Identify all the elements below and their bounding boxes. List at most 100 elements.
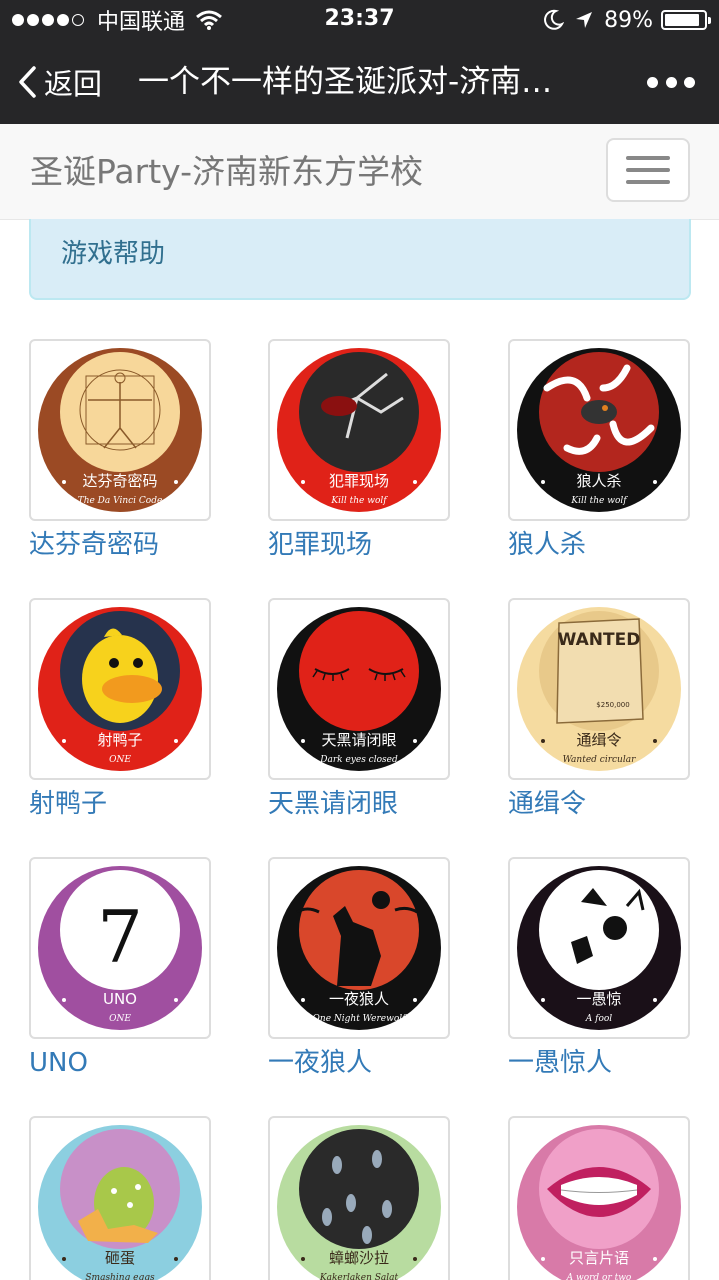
badge-dot: [541, 1257, 545, 1261]
duck-eye: [133, 658, 143, 668]
badge-subtitle: Kill the wolf: [330, 496, 388, 506]
game-card: 天黑请闭眼 Dark eyes closed 天黑请闭眼: [268, 598, 450, 822]
game-thumbnail[interactable]: 只言片语 A word or two: [508, 1116, 690, 1280]
more-dot-icon: [665, 76, 677, 88]
game-badge: 只言片语 A word or two: [517, 1125, 681, 1280]
game-link[interactable]: 一夜狼人: [268, 1045, 450, 1081]
game-link[interactable]: 射鸭子: [29, 786, 211, 822]
game-link[interactable]: UNO: [29, 1045, 211, 1081]
wolf-face-icon: [581, 400, 617, 424]
badge-subtitle: ONE: [109, 755, 131, 765]
wechat-nav-bar: 返回 一个不一样的圣诞派对-济南…: [0, 40, 719, 124]
game-card: 达芬奇密码 The Da Vinci Code 达芬奇密码: [29, 339, 211, 563]
game-card: 狼人杀 Kill the wolf 狼人杀: [508, 339, 690, 563]
badge-subtitle: ONE: [109, 1014, 131, 1024]
page-title: 一个不一样的圣诞派对-济南…: [138, 64, 553, 100]
help-alert: 游戏帮助: [29, 219, 691, 300]
more-options-button[interactable]: [647, 60, 695, 104]
moon-icon: [544, 9, 565, 30]
more-dot-icon: [684, 76, 695, 88]
badge-dot: [653, 480, 657, 484]
badge-dot: [413, 480, 417, 484]
battery-icon: [661, 10, 711, 30]
badge-dot: [541, 480, 545, 484]
game-card: 蟑螂沙拉 Kakerlaken Salat蟑螂沙拉: [268, 1116, 450, 1280]
badge-dot: [301, 1257, 305, 1261]
badge-dot: [541, 739, 545, 743]
badge-title: 达芬奇密码: [82, 472, 157, 490]
badge-subtitle: A fool: [585, 1014, 613, 1024]
badge-title: UNO: [103, 990, 137, 1008]
cockroach-icon: [382, 1200, 392, 1218]
wanted-reward: $250,000: [596, 701, 629, 709]
badge-title: 射鸭子: [97, 731, 142, 749]
back-button[interactable]: 返回: [16, 60, 102, 104]
badge-dot: [62, 998, 66, 1002]
game-thumbnail[interactable]: WANTED $250,000 通缉令 Wanted circular: [508, 598, 690, 780]
badge-dot: [413, 739, 417, 743]
badge-subtitle: Kill the wolf: [570, 496, 628, 506]
badge-dot: [653, 1257, 657, 1261]
badge-dot: [174, 998, 178, 1002]
game-link[interactable]: 犯罪现场: [268, 527, 450, 563]
badge-dot: [541, 998, 545, 1002]
back-label: 返回: [44, 67, 103, 101]
game-thumbnail[interactable]: 蟑螂沙拉 Kakerlaken Salat: [268, 1116, 450, 1280]
duck-eye: [109, 658, 119, 668]
game-link[interactable]: 一愚惊人: [508, 1045, 690, 1081]
game-card: WANTED $250,000 通缉令 Wanted circular 通缉令: [508, 598, 690, 822]
game-card: 一愚惊 A fool 一愚惊人: [508, 857, 690, 1081]
hamburger-line-icon: [626, 180, 670, 184]
badge-subtitle: Wanted circular: [563, 755, 636, 765]
site-brand[interactable]: 圣诞Party-济南新东方学校: [30, 148, 423, 196]
site-navbar: 圣诞Party-济南新东方学校: [0, 124, 719, 220]
badge-title: 只言片语: [569, 1249, 629, 1267]
badge-dot: [174, 739, 178, 743]
cockroach-icon: [322, 1208, 332, 1226]
badge-inner: [299, 352, 419, 472]
game-thumbnail[interactable]: 射鸭子 ONE: [29, 598, 211, 780]
game-thumbnail[interactable]: 狼人杀 Kill the wolf: [508, 339, 690, 521]
menu-toggle-button[interactable]: [606, 138, 690, 202]
badge-subtitle: Dark eyes closed: [319, 755, 398, 765]
game-link[interactable]: 狼人杀: [508, 527, 690, 563]
status-right: 89%: [542, 6, 711, 34]
badge-title: 天黑请闭眼: [321, 731, 396, 749]
cockroach-icon: [332, 1156, 342, 1174]
game-badge: 一愚惊 A fool: [517, 866, 681, 1030]
cockroach-icon: [346, 1194, 356, 1212]
cockroach-icon: [362, 1226, 372, 1244]
badge-subtitle: Kakerlaken Salat: [319, 1273, 399, 1280]
game-badge: 狼人杀 Kill the wolf: [517, 348, 681, 512]
uno-number: 7: [97, 895, 143, 979]
game-link[interactable]: 天黑请闭眼: [268, 786, 450, 822]
game-thumbnail[interactable]: 达芬奇密码 The Da Vinci Code: [29, 339, 211, 521]
game-badge: 蟑螂沙拉 Kakerlaken Salat: [277, 1125, 441, 1280]
game-thumbnail[interactable]: 砸蛋 Smashing eggs: [29, 1116, 211, 1280]
badge-subtitle: The Da Vinci Code: [78, 496, 163, 506]
duck-beak: [102, 675, 162, 703]
jester-face: [603, 916, 627, 940]
game-thumbnail[interactable]: 一夜狼人 One Night Werewolf: [268, 857, 450, 1039]
badge-subtitle: One Night Werewolf: [313, 1014, 408, 1024]
game-thumbnail[interactable]: 一愚惊 A fool: [508, 857, 690, 1039]
game-badge: 砸蛋 Smashing eggs: [38, 1125, 202, 1280]
game-badge: 一夜狼人 One Night Werewolf: [277, 866, 441, 1030]
game-thumbnail[interactable]: 犯罪现场 Kill the wolf: [268, 339, 450, 521]
game-help-link[interactable]: 游戏帮助: [61, 233, 165, 270]
badge-title: 通缉令: [576, 731, 621, 749]
badge-title: 狼人杀: [576, 472, 621, 490]
game-link[interactable]: 通缉令: [508, 786, 690, 822]
badge-dot: [653, 998, 657, 1002]
cockroach-icon: [372, 1150, 382, 1168]
game-card: 7 UNO ONE UNO: [29, 857, 211, 1081]
badge-title: 一夜狼人: [329, 990, 389, 1008]
moon-icon: [372, 891, 390, 909]
badge-title: 蟑螂沙拉: [329, 1249, 389, 1267]
game-card: 一夜狼人 One Night Werewolf 一夜狼人: [268, 857, 450, 1081]
wanted-title: WANTED: [558, 630, 641, 650]
game-link[interactable]: 达芬奇密码: [29, 527, 211, 563]
game-thumbnail[interactable]: 天黑请闭眼 Dark eyes closed: [268, 598, 450, 780]
game-card: 犯罪现场 Kill the wolf 犯罪现场: [268, 339, 450, 563]
game-thumbnail[interactable]: 7 UNO ONE: [29, 857, 211, 1039]
